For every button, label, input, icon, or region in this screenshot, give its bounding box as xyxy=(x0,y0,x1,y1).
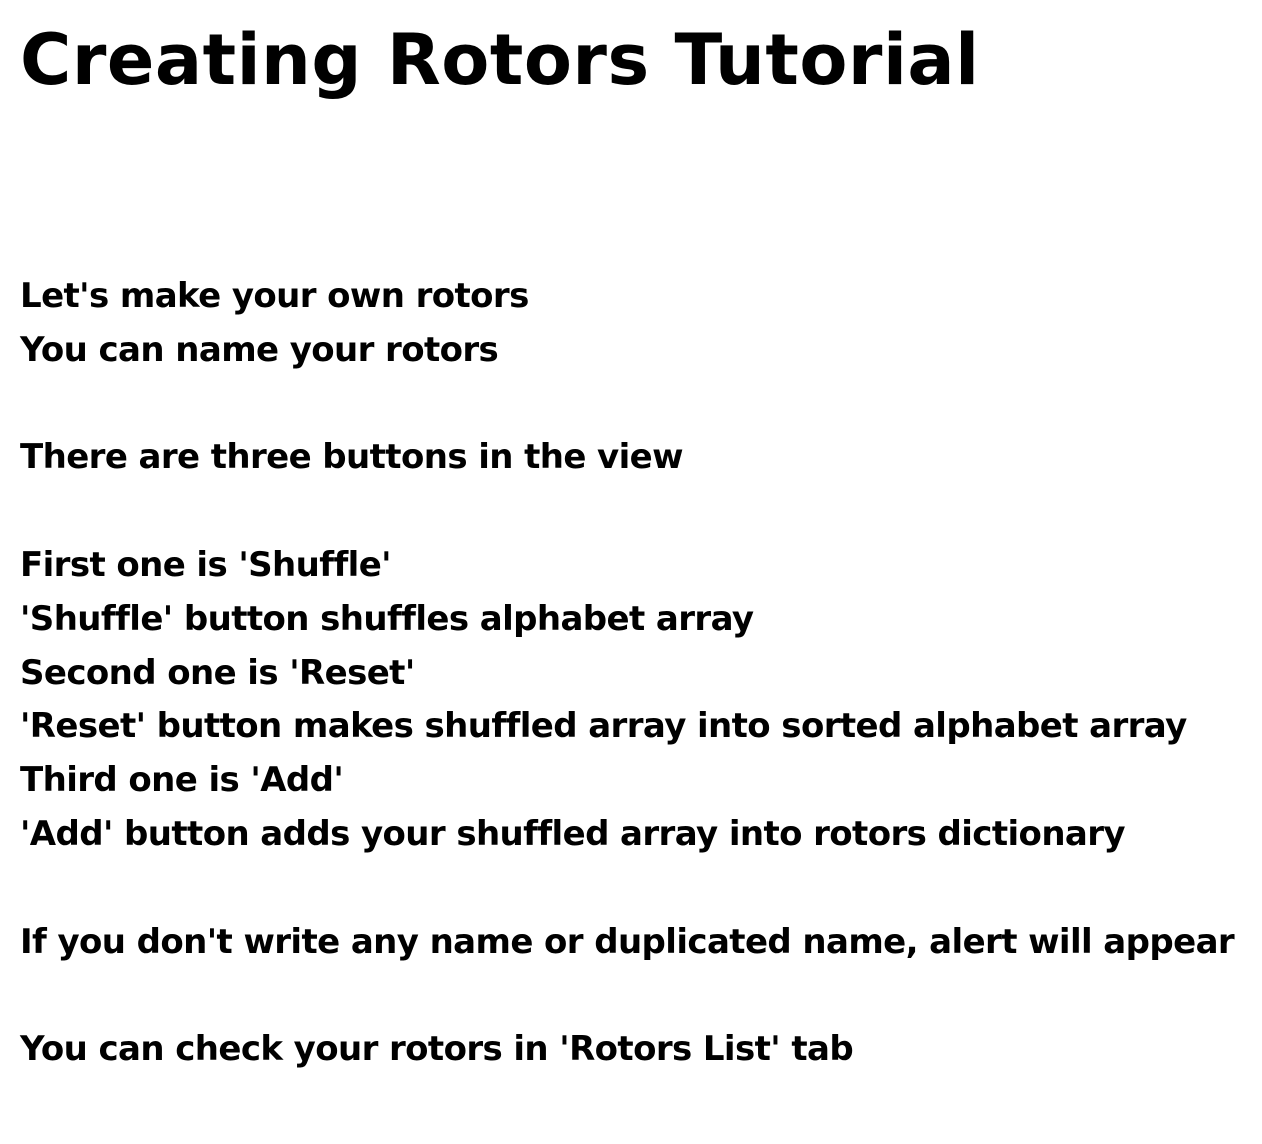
tutorial-line-alert: If you don't write any name or duplicate… xyxy=(20,921,1235,962)
tutorial-line-rotors-list: You can check your rotors in 'Rotors Lis… xyxy=(20,1029,854,1070)
tutorial-line-add-desc: 'Add' button adds your shuffled array in… xyxy=(20,813,1126,854)
tutorial-line-shuffle-desc: 'Shuffle' button shuffles alphabet array xyxy=(20,598,754,639)
tutorial-line-intro: Let's make your own rotors xyxy=(20,276,529,316)
tutorial-page: Creating Rotors Tutorial Let's make your… xyxy=(20,0,1250,1069)
tutorial-line-reset-desc: 'Reset' button makes shuffled array into… xyxy=(20,706,1187,747)
page-title: Creating Rotors Tutorial xyxy=(20,19,980,101)
tutorial-line-buttons: There are three buttons in the view xyxy=(20,437,684,478)
tutorial-body: Let's make your own rotors You can name … xyxy=(20,270,1250,1077)
tutorial-line-naming: You can name your rotors xyxy=(20,329,499,370)
tutorial-line-shuffle-intro: First one is 'Shuffle' xyxy=(20,544,392,585)
tutorial-line-add-intro: Third one is 'Add' xyxy=(20,760,344,801)
tutorial-line-reset-intro: Second one is 'Reset' xyxy=(20,652,415,693)
